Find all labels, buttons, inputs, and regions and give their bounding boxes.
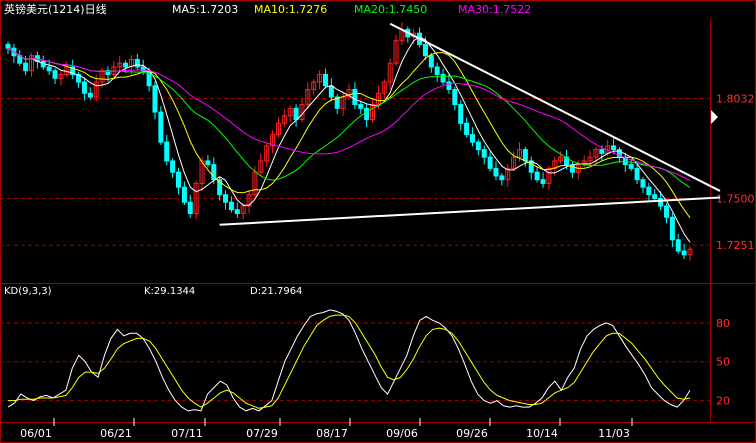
x-tick-label: 10/14 [526, 427, 558, 440]
candle-body [646, 186, 652, 196]
candle-body [493, 167, 499, 177]
candle-body [52, 70, 58, 79]
candle-body [81, 81, 87, 94]
x-tick-label: 07/29 [246, 427, 278, 440]
ma-legend-label: MA20:1.7450 [354, 3, 427, 16]
price-tick-label: 1.7251 [716, 239, 755, 252]
candle-body [522, 149, 528, 162]
candle-body [422, 43, 428, 57]
candle-body [446, 81, 452, 91]
kd-tick-label: 20 [716, 395, 730, 408]
candle-body [46, 66, 52, 72]
candle-body [458, 104, 464, 124]
ma20-line [7, 47, 691, 188]
candle-body [152, 85, 158, 113]
candle-body [187, 201, 193, 214]
x-tick-label: 07/11 [171, 427, 203, 440]
candle-body [328, 85, 334, 98]
candle-body [569, 164, 575, 173]
kd-series-label: K:29.1344 [144, 286, 195, 297]
candle-body [475, 141, 481, 151]
candle-body [164, 141, 170, 162]
candle-body [611, 145, 617, 151]
candle-body [534, 171, 540, 181]
candle-body [123, 62, 129, 68]
ma-legend-label: MA10:1.7276 [254, 3, 327, 16]
candle-body [228, 201, 234, 211]
forex-chart[interactable]: 1.7251 1.8032 1.7500 英镑美元(1214)日线 MA5:1.7203… [0, 0, 756, 443]
candle-body [669, 216, 675, 241]
chart-window: 1.7251 1.8032 1.7500 英镑美元(1214)日线 MA5:1.7203… [0, 0, 756, 443]
kd-title: KD(9,3,3) [4, 286, 52, 297]
price-tick-label: 1.7500 [716, 192, 755, 205]
candle-body [487, 156, 493, 169]
x-tick-label: 08/17 [316, 427, 348, 440]
ma-legend-label: MA30:1.7522 [458, 3, 531, 16]
candle-body [464, 122, 470, 136]
candle-body [434, 66, 440, 75]
candle-body [181, 186, 187, 203]
x-tick-label: 09/06 [386, 427, 418, 440]
candle-body [452, 89, 458, 106]
candle-body [481, 149, 487, 158]
candle-body [176, 171, 181, 188]
x-tick-label: 11/03 [598, 427, 630, 440]
x-tick-label: 09/26 [456, 427, 488, 440]
candle-body [540, 179, 546, 184]
candle-body [23, 62, 29, 72]
candle-body [364, 107, 370, 121]
candle-body [658, 197, 664, 207]
candle-body [358, 104, 364, 109]
candle-body [352, 89, 358, 106]
candle-body [428, 55, 434, 68]
price-tick-label: 1.8032 [716, 93, 755, 106]
candle-body [628, 164, 634, 169]
candle-body [205, 160, 211, 166]
candle-body [634, 167, 640, 181]
ma-legend-label: MA5:1.7203 [172, 3, 238, 16]
kd-tick-label: 80 [716, 317, 730, 330]
candle-body [440, 73, 446, 83]
chart-title: 英镑美元(1214)日线 [4, 2, 107, 16]
candle-body [293, 107, 299, 121]
candle-body [322, 73, 328, 87]
candle-body [652, 194, 658, 199]
candle-body [675, 239, 681, 252]
candles [5, 22, 693, 261]
candle-body [158, 111, 164, 143]
candle-body [599, 149, 605, 154]
candle-body [134, 58, 140, 68]
x-tick-label: 06/01 [20, 427, 52, 440]
candle-body [223, 194, 229, 203]
candle-body [663, 205, 669, 218]
candle-body [5, 43, 11, 49]
candle-body [87, 92, 93, 98]
x-tick-label: 06/21 [100, 427, 132, 440]
candle-body [234, 209, 240, 214]
candle-body [499, 175, 505, 181]
cursor-marker [711, 110, 718, 124]
candle-body [170, 160, 176, 173]
kd-series-label: D:21.7964 [250, 286, 302, 297]
kd-tick-label: 50 [716, 356, 730, 369]
candle-body [469, 134, 475, 143]
candle-body [681, 250, 687, 256]
candle-body [640, 179, 646, 188]
kd-line [8, 314, 691, 409]
trendline [219, 196, 721, 226]
